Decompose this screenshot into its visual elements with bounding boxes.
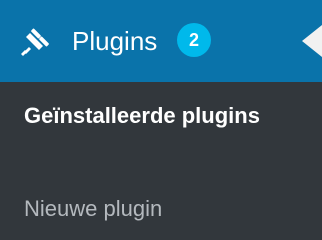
plugins-menu-item[interactable]: Plugins 2 [0, 0, 322, 82]
submenu-installed-plugins[interactable]: Geïnstalleerde plugins [24, 100, 304, 132]
submenu-new-plugin[interactable]: Nieuwe plugin [24, 193, 304, 225]
admin-sidebar-menu: Plugins 2 Geïnstalleerde plugins Nieuwe … [0, 0, 322, 240]
plugins-menu-label[interactable]: Plugins [72, 20, 157, 62]
plugin-icon [21, 28, 49, 56]
update-count-badge: 2 [177, 23, 211, 57]
current-menu-arrow-icon [302, 25, 322, 57]
